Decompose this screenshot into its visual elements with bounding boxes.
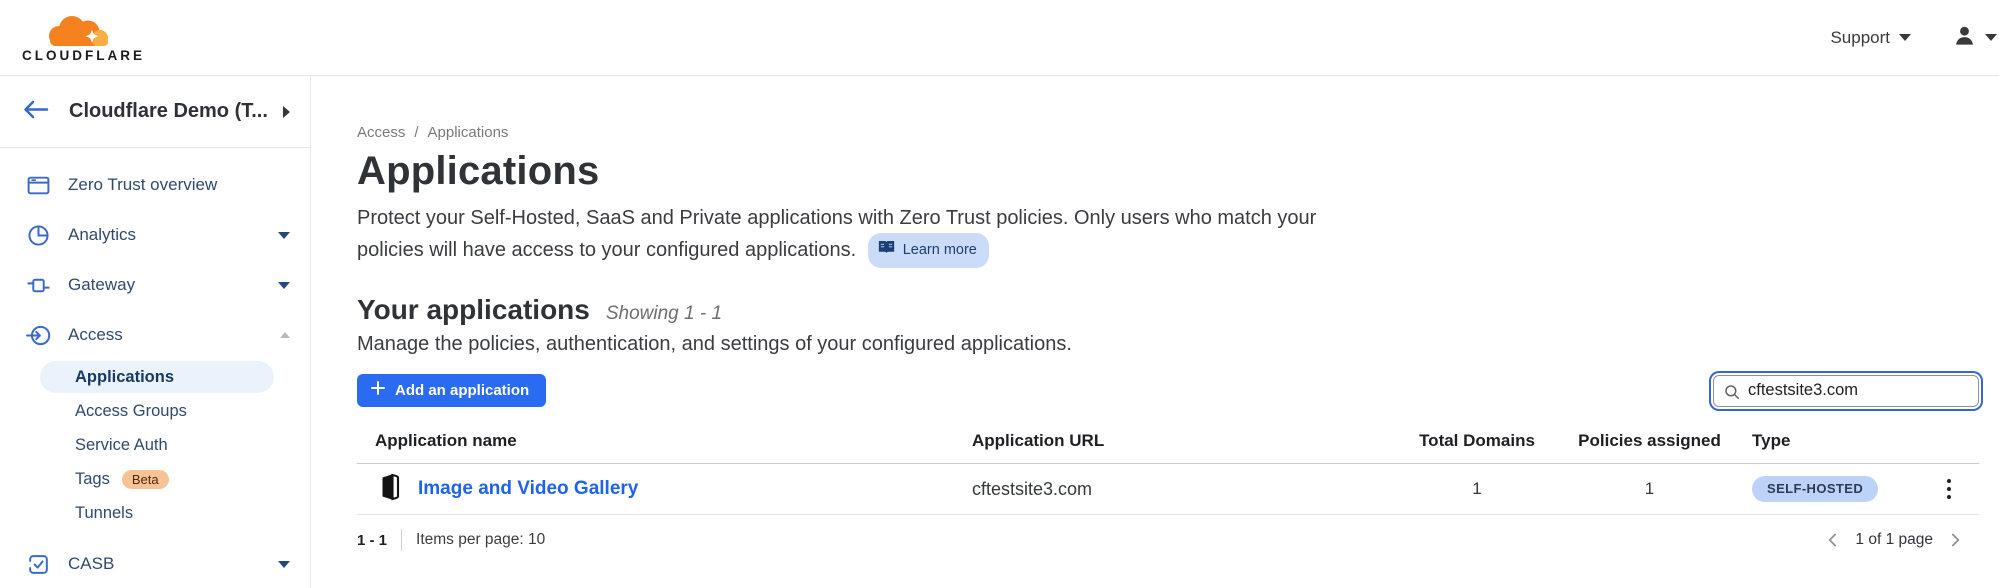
column-policies-assigned: Policies assigned	[1562, 431, 1737, 451]
application-name-link[interactable]: Image and Video Gallery	[418, 478, 638, 500]
previous-page-button[interactable]	[1823, 530, 1843, 550]
showing-count: Showing 1 - 1	[606, 303, 722, 325]
chevron-down-icon	[1899, 34, 1911, 41]
breadcrumb: Access / Applications	[357, 124, 1979, 141]
page-info: 1 of 1 page	[1855, 531, 1933, 549]
pagination: 1 of 1 page	[1823, 530, 1979, 550]
plus-icon	[371, 381, 385, 399]
cloudflare-wordmark: CLOUDFLARE	[22, 48, 145, 63]
chevron-down-icon	[1985, 34, 1997, 41]
chevron-down-icon	[278, 232, 290, 239]
page-title: Applications	[357, 149, 1979, 194]
top-bar: CLOUDFLARE Support	[0, 0, 1999, 76]
breadcrumb-access[interactable]: Access	[357, 124, 405, 141]
analytics-icon	[26, 223, 51, 248]
sidebar-item-zero-trust-overview[interactable]: Zero Trust overview	[0, 160, 310, 210]
breadcrumb-applications[interactable]: Applications	[428, 124, 509, 141]
column-total-domains: Total Domains	[1392, 431, 1562, 451]
section-description: Manage the policies, authentication, and…	[357, 333, 1979, 356]
cloudflare-logo[interactable]: CLOUDFLARE	[22, 12, 160, 63]
policies-assigned-value: 1	[1562, 479, 1737, 499]
page-description: Protect your Self-Hosted, SaaS and Priva…	[357, 203, 1337, 268]
column-type: Type	[1737, 431, 1902, 451]
add-application-button[interactable]: Add an application	[357, 374, 546, 407]
sidebar-item-applications[interactable]: Applications	[40, 361, 274, 393]
casb-icon	[26, 552, 51, 577]
applications-table: Application name Application URL Total D…	[357, 431, 1979, 515]
sidebar-nav: Zero Trust overview Analytics Gateway	[0, 148, 310, 588]
chevron-right-icon	[283, 106, 290, 118]
type-badge: SELF-HOSTED	[1752, 476, 1878, 502]
back-arrow-icon[interactable]	[22, 99, 49, 125]
search-input[interactable]	[1714, 376, 1978, 406]
user-icon	[1953, 24, 1976, 52]
gateway-icon	[26, 273, 51, 298]
table-header: Application name Application URL Total D…	[357, 431, 1979, 464]
user-account-menu[interactable]	[1953, 24, 1997, 52]
sidebar-item-casb[interactable]: CASB	[0, 539, 310, 588]
column-application-name: Application name	[357, 431, 972, 451]
application-url: cftestsite3.com	[972, 479, 1392, 500]
column-application-url: Application URL	[972, 431, 1392, 451]
items-range: 1 - 1	[357, 532, 387, 549]
main-content: Access / Applications Applications Prote…	[311, 76, 1999, 588]
table-footer: 1 - 1 Items per page: 10 1 of 1 page	[357, 529, 1979, 551]
divider	[401, 529, 402, 551]
application-icon	[375, 472, 405, 507]
row-actions-kebab-menu[interactable]	[1943, 475, 1956, 504]
overview-icon	[26, 173, 51, 198]
support-menu[interactable]: Support	[1830, 28, 1911, 48]
sidebar: Cloudflare Demo (T... Zero Trust overvie…	[0, 76, 311, 588]
beta-badge: Beta	[122, 470, 169, 489]
section-title: Your applications	[357, 294, 590, 326]
table-row: Image and Video Gallery cftestsite3.com …	[357, 464, 1979, 515]
search-box	[1713, 375, 1979, 407]
access-icon	[26, 323, 51, 348]
items-per-page: Items per page: 10	[416, 531, 545, 549]
sidebar-item-access[interactable]: Access	[0, 310, 310, 360]
chevron-down-icon	[278, 282, 290, 289]
learn-more-link[interactable]: Learn more	[868, 233, 989, 268]
access-subnav: Applications Access Groups Service Auth …	[0, 361, 310, 530]
sidebar-item-analytics[interactable]: Analytics	[0, 210, 310, 260]
next-page-button[interactable]	[1945, 530, 1965, 550]
sidebar-item-tunnels[interactable]: Tunnels	[0, 496, 310, 530]
cloudflare-cloud-icon	[22, 12, 112, 50]
account-switcher[interactable]: Cloudflare Demo (T...	[0, 76, 310, 148]
book-icon	[878, 235, 895, 265]
total-domains-value: 1	[1392, 479, 1562, 499]
chevron-down-icon	[278, 561, 290, 568]
chevron-up-icon	[280, 332, 290, 338]
sidebar-item-service-auth[interactable]: Service Auth	[0, 428, 310, 462]
sidebar-item-access-groups[interactable]: Access Groups	[0, 394, 310, 428]
sidebar-item-tags[interactable]: Tags Beta	[0, 462, 310, 496]
breadcrumb-separator: /	[414, 124, 418, 141]
account-name: Cloudflare Demo (T...	[69, 100, 283, 123]
support-label: Support	[1830, 28, 1890, 48]
sidebar-item-gateway[interactable]: Gateway	[0, 260, 310, 310]
